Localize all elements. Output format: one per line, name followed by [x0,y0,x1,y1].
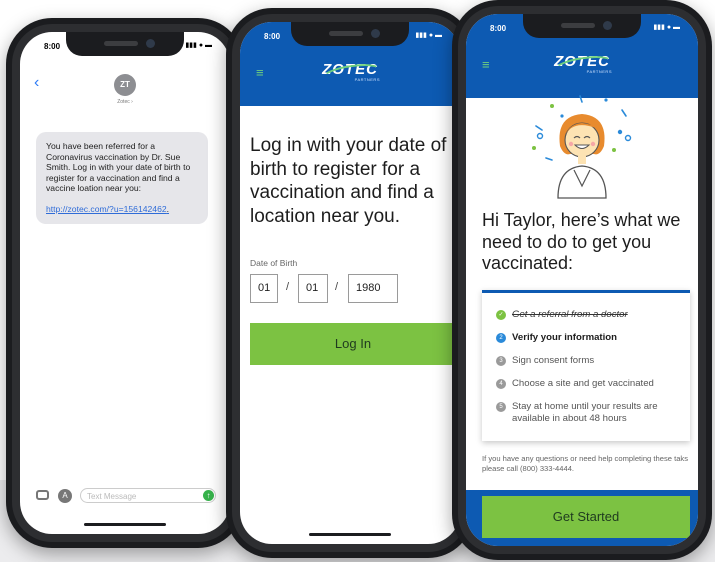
dob-label: Date of Birth [250,258,298,268]
login-button[interactable]: Log In [250,323,456,365]
status-time: 8:00 [490,24,507,33]
contact-header[interactable]: ZT Zotec › [20,74,230,105]
step-label: Stay at home until your results are avai… [512,401,658,424]
check-icon: ✓ [496,310,506,320]
step-label: Choose a site and get vaccinated [512,378,654,389]
home-indicator [84,523,166,526]
home-indicator [309,533,391,536]
dob-month-field[interactable]: 01 [250,274,278,303]
message-input[interactable]: Text Message [80,488,216,503]
page-title: Log in with your date of birth to regist… [250,135,447,227]
step-number-badge: 5 [496,402,506,412]
dob-separator: / [286,281,290,293]
phone-notch [523,14,641,38]
phone-steps: ≡ ZOTEC PARTNERS 8:00 ▮▮▮ ● ▬ Hi Taylor,… [452,0,712,560]
hamburger-menu-icon[interactable]: ≡ [482,58,494,71]
list-item: 5 Stay at home until your results are av… [496,401,682,425]
app-store-icon[interactable]: A [58,489,72,503]
status-time: 8:00 [44,42,61,51]
message-link-row: http://zotec.com/?u=156142462. [46,204,198,215]
list-item: 2 Verify your information [496,332,682,344]
get-started-button[interactable]: Get Started [482,496,690,538]
zotec-logo: ZOTEC PARTNERS [320,60,383,88]
steps-card: ✓ Get a referral from a doctor 2 Verify … [482,290,690,441]
hamburger-menu-icon[interactable]: ≡ [256,66,268,79]
status-time: 8:00 [264,32,281,41]
step-number-badge: 3 [496,356,506,366]
step-number-badge: 4 [496,379,506,389]
status-icons: ▮▮▮ ● ▬ [415,32,442,39]
list-item: ✓ Get a referral from a doctor [496,309,682,321]
phone-messages: 8:00 ▮▮▮ ● ▬ ‹ ZT Zotec › You have been … [6,18,244,548]
messages-screen: 8:00 ▮▮▮ ● ▬ ‹ ZT Zotec › You have been … [20,32,230,534]
message-link[interactable]: http://zotec.com/?u=156142462 [46,204,167,214]
zotec-logo: ZOTEC PARTNERS [552,52,615,80]
phone-login: ≡ ZOTEC PARTNERS 8:00 ▮▮▮ ● ▬ Log in wit… [226,8,474,558]
help-text: If you have any questions or need help c… [482,454,689,473]
phone-notch [66,32,184,56]
step-label: Get a referral from a doctor [512,309,628,320]
dob-separator: / [335,281,339,293]
list-item: 3 Sign consent forms [496,355,682,367]
step-number-badge: 2 [496,333,506,343]
message-text: You have been referred for a Coronavirus… [46,141,191,194]
status-icons: ▮▮▮ ● ▬ [653,24,680,31]
dob-year-field[interactable]: 1980 [348,274,398,303]
login-screen: ≡ ZOTEC PARTNERS 8:00 ▮▮▮ ● ▬ Log in wit… [240,22,460,544]
camera-icon[interactable] [36,490,49,500]
page-title: Hi Taylor, here’s what we need to do to … [482,210,681,273]
avatar: ZT [114,74,136,96]
send-arrow-icon[interactable]: ↑ [203,490,214,501]
message-link-period: . [166,203,170,214]
step-label: Verify your information [512,332,618,343]
doctor-illustration-icon [532,95,632,199]
step-label: Sign consent forms [512,355,595,366]
phone-notch [291,22,409,46]
status-icons: ▮▮▮ ● ▬ [185,42,212,49]
list-item: 4 Choose a site and get vaccinated [496,378,682,390]
message-bubble: You have been referred for a Coronavirus… [36,132,208,224]
dob-day-field[interactable]: 01 [298,274,328,303]
contact-name: Zotec › [117,99,133,105]
message-composer: A Text Message ↑ [26,488,224,504]
steps-screen: ≡ ZOTEC PARTNERS 8:00 ▮▮▮ ● ▬ Hi Taylor,… [466,14,698,546]
